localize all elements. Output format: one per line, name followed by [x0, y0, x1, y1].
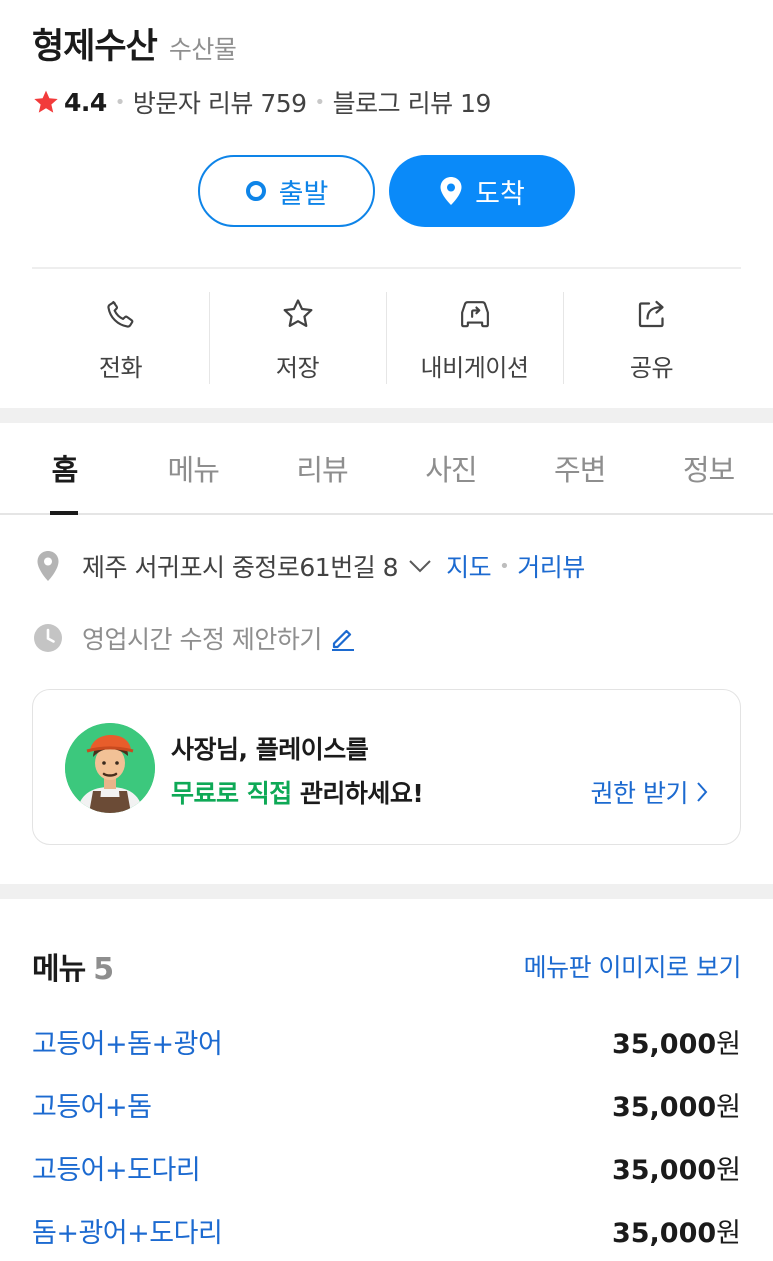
share-action[interactable]: 공유	[563, 292, 740, 384]
origin-dot-icon	[245, 180, 267, 202]
address-row: 제주 서귀포시 중정로61번길 8 지도 • 거리뷰	[32, 548, 585, 584]
menu-item[interactable]: 고등어+돔+광어 35,000원	[32, 1010, 741, 1073]
pencil-icon[interactable]	[330, 625, 356, 651]
owner-banner-highlight: 무료로 직접	[171, 779, 292, 808]
visitor-reviews-link[interactable]: 방문자 리뷰 759	[133, 84, 307, 120]
tab-home[interactable]: 홈	[0, 423, 129, 513]
separator-dot: •	[114, 91, 126, 113]
clock-icon	[32, 623, 64, 653]
tab-photos[interactable]: 사진	[386, 423, 515, 513]
arrive-label: 도착	[475, 178, 525, 210]
star-outline-icon	[280, 294, 316, 334]
save-action[interactable]: 저장	[209, 292, 386, 384]
menu-item-price: 35,000원	[612, 1085, 741, 1124]
menu-item-name: 돔+광어+도다리	[32, 1218, 223, 1249]
place-header: 형제수산 수산물	[32, 18, 237, 69]
share-label: 공유	[629, 354, 674, 382]
menu-image-link[interactable]: 메뉴판 이미지로 보기	[524, 948, 742, 984]
tab-menu[interactable]: 메뉴	[129, 423, 258, 513]
call-label: 전화	[98, 354, 143, 382]
owner-avatar	[65, 723, 155, 813]
menu-item-name: 고등어+돔	[32, 1092, 152, 1123]
tab-bar: 홈 메뉴 리뷰 사진 주변 정보	[0, 423, 773, 515]
share-icon	[634, 294, 670, 334]
tab-reviews[interactable]: 리뷰	[258, 423, 387, 513]
address-text: 제주 서귀포시 중정로61번길 8	[82, 553, 399, 582]
rating-value: 4.4	[64, 87, 107, 117]
owner-banner-line2-rest: 관리하세요!	[291, 779, 424, 808]
owner-claim-banner[interactable]: 사장님, 플레이스를 무료로 직접 관리하세요! 권한 받기	[32, 689, 741, 845]
street-view-link[interactable]: 거리뷰	[517, 548, 585, 584]
star-icon	[32, 88, 60, 116]
menu-list: 고등어+돔+광어 35,000원 고등어+돔 35,000원 고등어+도다리 3…	[32, 1010, 741, 1261]
section-gap	[0, 408, 773, 423]
chevron-right-icon	[696, 781, 708, 803]
call-action[interactable]: 전화	[32, 292, 209, 384]
navigation-label: 내비게이션	[420, 354, 529, 382]
menu-item-name: 고등어+돔+광어	[32, 1029, 223, 1060]
hours-suggest-link[interactable]: 영업시간 수정 제안하기	[82, 620, 322, 656]
action-bar: 전화 저장 내비게이션 공유	[32, 292, 740, 384]
route-buttons: 출발 도착	[0, 155, 773, 227]
separator-dot: •	[314, 91, 326, 113]
menu-item-price-value: 35,000	[611, 1155, 717, 1186]
menu-item-price-value: 35,000	[611, 1029, 717, 1060]
map-link[interactable]: 지도	[446, 548, 492, 584]
location-pin-icon	[32, 550, 64, 582]
rating-row: 4.4 • 방문자 리뷰 759 • 블로그 리뷰 19	[32, 84, 491, 120]
menu-item-price-unit: 원	[716, 1218, 741, 1249]
menu-item-price-value: 35,000	[611, 1092, 717, 1123]
divider	[32, 267, 741, 269]
navigation-action[interactable]: 내비게이션	[386, 292, 563, 384]
chevron-down-icon[interactable]	[408, 559, 432, 573]
menu-header: 메뉴 5 메뉴판 이미지로 보기	[32, 944, 742, 988]
menu-item-price: 35,000원	[612, 1022, 741, 1061]
place-category: 수산물	[168, 35, 237, 64]
tab-info[interactable]: 정보	[644, 423, 773, 513]
menu-item-price: 35,000원	[612, 1211, 741, 1250]
depart-button[interactable]: 출발	[198, 155, 375, 227]
menu-item-price-unit: 원	[716, 1092, 741, 1123]
separator-dot: •	[499, 555, 510, 577]
menu-title: 메뉴 5	[32, 944, 114, 988]
menu-item[interactable]: 고등어+돔 35,000원	[32, 1073, 741, 1136]
save-label: 저장	[275, 354, 320, 382]
section-gap	[0, 884, 773, 899]
menu-item-name: 고등어+도다리	[32, 1155, 201, 1186]
map-pin-icon	[439, 176, 463, 206]
hours-row: 영업시간 수정 제안하기	[32, 620, 356, 656]
claim-link-label: 권한 받기	[590, 779, 689, 808]
menu-item[interactable]: 돔+광어+도다리 35,000원	[32, 1199, 741, 1261]
menu-item-price-value: 35,000	[611, 1218, 717, 1249]
menu-item[interactable]: 고등어+도다리 35,000원	[32, 1136, 741, 1199]
owner-banner-text: 사장님, 플레이스를 무료로 직접 관리하세요!	[171, 728, 424, 816]
menu-item-price: 35,000원	[612, 1148, 741, 1187]
menu-count: 5	[93, 952, 114, 987]
claim-permission-link[interactable]: 권한 받기	[591, 774, 708, 810]
menu-item-price-unit: 원	[716, 1029, 741, 1060]
tab-nearby[interactable]: 주변	[515, 423, 644, 513]
menu-item-price-unit: 원	[716, 1155, 741, 1186]
owner-banner-line1: 사장님, 플레이스를	[171, 735, 369, 764]
place-name: 형제수산	[32, 27, 158, 67]
owner-banner-line2: 무료로 직접 관리하세요!	[171, 772, 424, 816]
phone-icon	[104, 294, 138, 334]
arrive-button[interactable]: 도착	[389, 155, 575, 227]
menu-title-label: 메뉴	[32, 952, 86, 987]
blog-reviews-link[interactable]: 블로그 리뷰 19	[333, 84, 492, 120]
depart-label: 출발	[278, 178, 329, 210]
car-navigation-icon	[455, 294, 495, 334]
